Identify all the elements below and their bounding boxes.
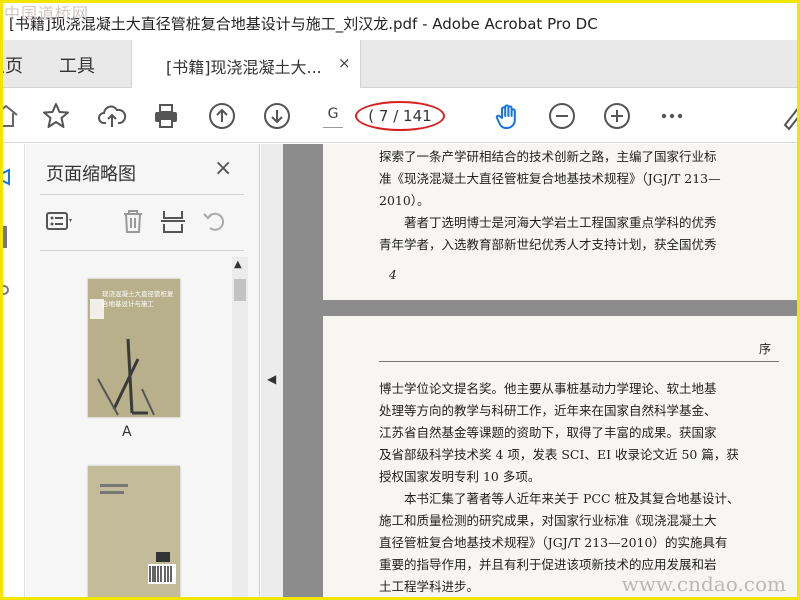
document-page: 探索了一条产学研相结合的技术创新之路，主编了国家行业标 准《现浇混凝土大直径管桩… (323, 144, 797, 300)
previous-page-icon[interactable] (207, 101, 237, 131)
zoom-out-icon[interactable] (547, 101, 577, 131)
bookmark-star-icon[interactable] (41, 101, 71, 131)
document-tab-label: [书籍]现浇混凝土大... (166, 58, 322, 77)
collapse-arrow-icon[interactable]: ◀ (267, 372, 276, 386)
doc-line: 及省部级科学技术奖 4 项，发表 SCI、EI 收录论文近 50 篇，获 (379, 447, 739, 462)
panel-collapse-handle[interactable]: ◀ (261, 144, 283, 597)
doc-line: 直径管桩复合地基技术规程》（JGJ/T 213—2010）的实施具有 (379, 535, 728, 550)
watermark-bottom-right: www.cndao.com (621, 572, 786, 596)
doc-line: 处理等方向的教学与科研工作，近年来在国家自然科学基金、 (379, 403, 717, 418)
close-tab-icon[interactable]: × (338, 54, 351, 72)
doc-line: 江苏省自然基金等课题的资助下，取得了丰富的成果。获国家 (379, 425, 717, 440)
doc-line: 施工和质量检测的研究成果，对国家行业标准《现浇混凝土大 (379, 513, 717, 528)
page-thumbnail[interactable] (88, 466, 180, 597)
doc-line: 准《现浇混凝土大直径管桩复合地基技术规程》（JGJ/T 213— (379, 171, 721, 186)
scroll-up-icon[interactable]: ▲ (234, 259, 242, 270)
tab-bar: 主页 工具 [书籍]现浇混凝土大... × (0, 40, 797, 88)
watermark-top-left: 中国道桥网 (4, 4, 90, 23)
page-options-icon[interactable] (44, 206, 74, 236)
page-thumbnail[interactable]: 现浇混凝土大直径管桩复合地基设计与施工 (88, 279, 180, 417)
document-page: 序 博士学位论文提名奖。他主要从事桩基动力学理论、软土地基 处理等方向的教学与科… (323, 316, 797, 597)
panel-divider (40, 194, 244, 195)
page-header: 序 (379, 340, 779, 362)
zoom-in-icon[interactable] (602, 101, 632, 131)
thumbnail-cover-text: 现浇混凝土大直径管桩复合地基设计与施工 (102, 290, 174, 308)
page-thumbnails-panel: 页面缩略图 × 现浇混凝土大直径管桩复合地基设计与施工 A ▲ (26, 144, 260, 597)
pen-icon[interactable] (779, 101, 800, 131)
doc-line: 青年学者，入选教育部新世纪优秀人才支持计划，获全国优秀 (379, 237, 717, 252)
panel-title: 页面缩略图 (46, 164, 136, 185)
toolbar: G ( 7 / 141 (0, 89, 800, 143)
doc-line: 著者丁选明博士是河海大学岩土工程国家重点学科的优秀 (404, 215, 717, 230)
tab-tools[interactable]: 工具 (59, 52, 95, 78)
document-view[interactable]: 探索了一条产学研相结合的技术创新之路，主编了国家行业标 准《现浇混凝土大直径管桩… (283, 144, 797, 597)
upload-cloud-icon[interactable] (97, 101, 127, 131)
extract-icon[interactable] (158, 206, 188, 236)
doc-line: 博士学位论文提名奖。他主要从事桩基动力学理论、软土地基 (379, 381, 717, 396)
tab-home[interactable]: 主页 (0, 52, 23, 78)
doc-line: 探索了一条产学研相结合的技术创新之路，主编了国家行业标 (379, 149, 717, 164)
left-navigation-rail (3, 144, 25, 597)
close-panel-icon[interactable]: × (214, 156, 232, 181)
print-icon[interactable] (151, 101, 181, 131)
page-number: 4 (389, 268, 397, 282)
panel-divider (40, 250, 244, 251)
next-page-icon[interactable] (262, 101, 292, 131)
doc-line: 2010）。 (379, 193, 430, 208)
scroll-thumb[interactable] (234, 279, 246, 301)
doc-line: 授权国家发明专利 10 多项。 (379, 469, 541, 484)
doc-line: 本书汇集了著者等人近年来关于 PCC 桩及其复合地基设计、 (404, 491, 740, 506)
page-number-field[interactable]: G (321, 106, 345, 128)
rotate-icon[interactable] (200, 206, 230, 236)
window-title: [书籍]现浇混凝土大直径管桩复合地基设计与施工_刘汉龙.pdf - Adobe … (3, 3, 797, 39)
thumbnail-label: A (122, 424, 132, 440)
tab-document[interactable]: [书籍]现浇混凝土大... × (131, 40, 361, 88)
thumbnails-scrollbar[interactable]: ▲ (232, 257, 248, 597)
home-icon[interactable] (0, 101, 21, 131)
delete-icon[interactable] (118, 206, 148, 236)
hand-tool-icon[interactable] (493, 101, 523, 131)
more-icon[interactable] (657, 101, 687, 131)
page-count-indicator: ( 7 / 141 (355, 101, 445, 131)
